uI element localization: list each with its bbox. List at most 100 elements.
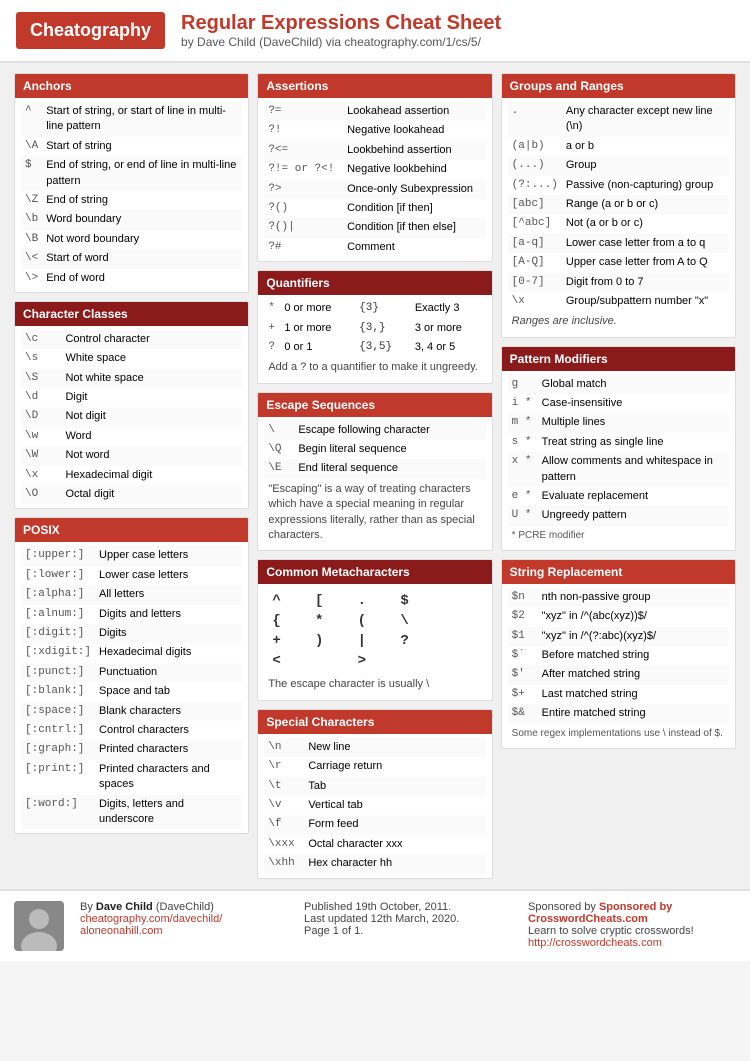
posix-body: [:upper:]Upper case letters [:lower:]Low…: [15, 542, 248, 833]
table-row: \bWord boundary: [21, 210, 242, 229]
quantifiers-section: Quantifiers * 0 or more {3} Exactly 3 + …: [257, 270, 492, 384]
table-row: $'After matched string: [508, 665, 729, 684]
sponsor-text: Sponsored by Sponsored by CrosswordCheat…: [528, 901, 736, 925]
pattern-mod-note: * PCRE modifier: [508, 526, 729, 546]
table-row: $nnth non-passive group: [508, 588, 729, 607]
page-num: Page 1 of 1.: [304, 925, 512, 937]
table-row: [a-q]Lower case letter from a to q: [508, 234, 729, 253]
table-row: \wWord: [21, 427, 242, 446]
meta-char: ?: [396, 631, 439, 651]
table-row: [:graph:]Printed characters: [21, 740, 242, 759]
pattern-mod-body: gGlobal match i *Case-insensitive m *Mul…: [502, 371, 735, 550]
special-chars-body: \nNew line \rCarriage return \tTab \vVer…: [258, 734, 491, 878]
string-replace-table: $nnth non-passive group $2"xyz" in /^(ab…: [508, 588, 729, 724]
char-classes-body: \cControl character \sWhite space \SNot …: [15, 326, 248, 509]
table-row: \DNot digit: [21, 407, 242, 426]
sponsor-url[interactable]: http://crosswordcheats.com: [528, 937, 662, 949]
table-row: \BNot word boundary: [21, 230, 242, 249]
table-row: * 0 or more {3} Exactly 3: [264, 299, 485, 318]
footer-sponsor-col: Sponsored by Sponsored by CrosswordCheat…: [528, 901, 736, 949]
col-1: Anchors ^Start of string, or start of li…: [14, 73, 249, 879]
table-row: [:cntrl:]Control characters: [21, 721, 242, 740]
meta-char: |: [354, 631, 397, 651]
meta-char: (: [354, 611, 397, 631]
escape-seq-table: \Escape following character \QBegin lite…: [264, 421, 485, 479]
string-replace-section: String Replacement $nnth non-passive gro…: [501, 559, 736, 749]
meta-note: The escape character is usually \: [264, 674, 485, 695]
table-row: e *Evaluate replacement: [508, 487, 729, 506]
page-title: Regular Expressions Cheat Sheet: [181, 12, 501, 35]
table-row: \Escape following character: [264, 421, 485, 440]
char-classes-section: Character Classes \cControl character \s…: [14, 301, 249, 510]
meta-char: ): [311, 631, 354, 651]
col-2: Assertions ?=Lookahead assertion ?!Negat…: [257, 73, 492, 879]
table-row: [:xdigit:]Hexadecimal digits: [21, 643, 242, 662]
table-row: (a|b)a or b: [508, 137, 729, 156]
posix-table: [:upper:]Upper case letters [:lower:]Low…: [21, 546, 242, 829]
table-row: ? 0 or 1 {3,5} 3, 4 or 5: [264, 338, 485, 357]
table-row: gGlobal match: [508, 375, 729, 394]
pattern-mod-header: Pattern Modifiers: [502, 347, 735, 371]
table-row: (...)Group: [508, 156, 729, 175]
footer-author-col: By Dave Child (DaveChild) cheatography.c…: [80, 901, 288, 937]
table-row: \dDigit: [21, 388, 242, 407]
author-link-1[interactable]: cheatography.com/davechild/: [80, 913, 222, 925]
table-row: [:digit:]Digits: [21, 624, 242, 643]
table-row: \xhhHex character hh: [264, 854, 485, 873]
header: Cheatography Regular Expressions Cheat S…: [0, 0, 750, 63]
char-classes-header: Character Classes: [15, 302, 248, 326]
special-chars-header: Special Characters: [258, 710, 491, 734]
string-replace-note: Some regex implementations use \ instead…: [508, 724, 729, 744]
table-row: \<Start of word: [21, 249, 242, 268]
groups-ranges-section: Groups and Ranges .Any character except …: [501, 73, 736, 338]
meta-char: \: [396, 611, 439, 631]
table-row: \EEnd literal sequence: [264, 459, 485, 478]
table-row: m *Multiple lines: [508, 413, 729, 432]
table-row: $End of string, or end of line in multi-…: [21, 156, 242, 191]
char-classes-table: \cControl character \sWhite space \SNot …: [21, 330, 242, 505]
table-row: [:space:]Blank characters: [21, 702, 242, 721]
meta-char: $: [396, 591, 439, 611]
table-row: \cControl character: [21, 330, 242, 349]
table-row: \fForm feed: [264, 815, 485, 834]
table-row: ?!Negative lookahead: [264, 121, 485, 140]
special-chars-section: Special Characters \nNew line \rCarriage…: [257, 709, 492, 879]
groups-ranges-table: .Any character except new line (\n) (a|b…: [508, 102, 729, 311]
sponsor-link[interactable]: Sponsored by CrosswordCheats.com: [528, 901, 672, 925]
meta-chars-grid: ^ [ . $ { * ( \ + ) | ? <: [264, 588, 485, 674]
table-row: ^Start of string, or start of line in mu…: [21, 102, 242, 137]
table-row: \nNew line: [264, 738, 485, 757]
table-row: ?()|Condition [if then else]: [264, 218, 485, 237]
author-link-2[interactable]: aloneonahill.com: [80, 925, 163, 937]
table-row: .Any character except new line (\n): [508, 102, 729, 137]
table-row: [:print:]Printed characters and spaces: [21, 760, 242, 795]
table-row: $+Last matched string: [508, 685, 729, 704]
groups-ranges-note: Ranges are inclusive.: [508, 311, 729, 332]
groups-ranges-header: Groups and Ranges: [502, 74, 735, 98]
table-row: [:blank:]Space and tab: [21, 682, 242, 701]
string-replace-body: $nnth non-passive group $2"xyz" in /^(ab…: [502, 584, 735, 748]
author-name: Dave Child: [96, 901, 153, 913]
quantifiers-header: Quantifiers: [258, 271, 491, 295]
author-avatar: [14, 901, 64, 951]
published-date: Published 19th October, 2011.: [304, 901, 512, 913]
table-row: [:lower:]Lower case letters: [21, 566, 242, 585]
escape-seq-section: Escape Sequences \Escape following chara…: [257, 392, 492, 552]
table-row: \WNot word: [21, 446, 242, 465]
table-row: \SNot white space: [21, 369, 242, 388]
table-row: ?()Condition [if then]: [264, 199, 485, 218]
table-row: [0-7]Digit from 0 to 7: [508, 273, 729, 292]
table-row: \AStart of string: [21, 137, 242, 156]
table-row: i *Case-insensitive: [508, 394, 729, 413]
table-row: \xHexadecimal digit: [21, 466, 242, 485]
footer: By Dave Child (DaveChild) cheatography.c…: [0, 889, 750, 961]
table-row: \rCarriage return: [264, 757, 485, 776]
table-row: [:alpha:]All letters: [21, 585, 242, 604]
table-row: \xxxOctal character xxx: [264, 835, 485, 854]
table-row: (?:...)Passive (non-capturing) group: [508, 176, 729, 195]
meta-char: +: [268, 631, 311, 651]
table-row: ?>Once-only Subexpression: [264, 180, 485, 199]
table-row: [:upper:]Upper case letters: [21, 546, 242, 565]
col-3: Groups and Ranges .Any character except …: [501, 73, 736, 879]
meta-char: >: [354, 651, 397, 671]
